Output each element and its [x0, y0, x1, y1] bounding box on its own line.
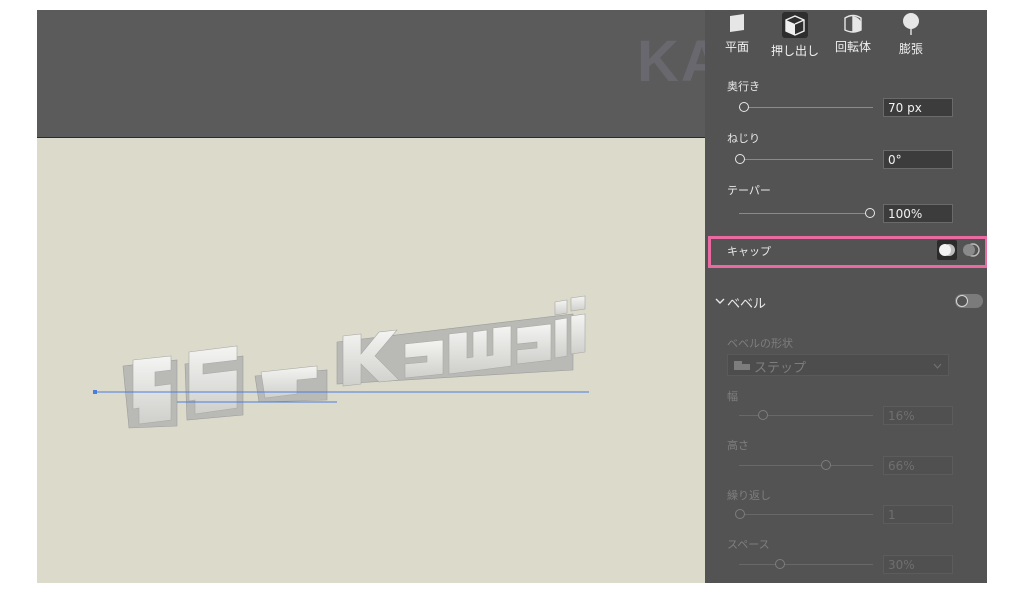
bevel-width-field[interactable]: 16% — [883, 406, 953, 425]
app-window: KAKETAS 平面 押し出し 回転体 — [37, 10, 987, 583]
bevel-space-track[interactable] — [739, 564, 873, 565]
twist-slider-handle[interactable] — [735, 154, 745, 164]
anchor-point[interactable] — [93, 390, 97, 394]
tab-extrude[interactable]: 押し出し — [767, 12, 823, 62]
bevel-repeat-track[interactable] — [739, 514, 873, 515]
depth-label: 奥行き — [727, 80, 760, 93]
depth-slider-handle[interactable] — [739, 102, 749, 112]
dropdown-chevron-icon — [933, 363, 942, 369]
bevel-section-title[interactable]: ベベル — [727, 293, 766, 312]
bevel-shape-value: ステップ — [754, 361, 807, 376]
bevel-space-label: スペース — [727, 538, 770, 551]
bevel-width-handle[interactable] — [758, 410, 768, 420]
bevel-repeat-handle[interactable] — [735, 509, 745, 519]
bevel-height-track[interactable] — [739, 465, 873, 466]
tab-inflate[interactable]: 膨張 — [883, 12, 939, 62]
bevel-toggle-knob — [956, 295, 968, 307]
depth-slider-track[interactable] — [739, 107, 873, 108]
pasteboard — [37, 10, 705, 137]
taper-field[interactable]: 100% — [883, 204, 953, 223]
plane-shape-icon — [730, 14, 744, 32]
revolve-icon — [844, 14, 862, 33]
bevel-height-handle[interactable] — [821, 460, 831, 470]
tab-revolve-label: 回転体 — [834, 40, 871, 54]
taper-slider-handle[interactable] — [865, 208, 875, 218]
extrude-cube-icon — [782, 12, 808, 38]
bevel-shape-dropdown[interactable]: ステップ — [727, 354, 949, 376]
tab-plane[interactable]: 平面 — [709, 12, 765, 62]
bevel-height-field[interactable]: 66% — [883, 456, 953, 475]
twist-field[interactable]: 0° — [883, 150, 953, 169]
tab-inflate-label: 膨張 — [898, 42, 923, 56]
bevel-height-label: 高さ — [727, 439, 749, 452]
tab-extrude-label: 押し出し — [770, 44, 819, 58]
tab-revolve[interactable]: 回転体 — [825, 12, 881, 62]
artboard[interactable] — [37, 138, 705, 583]
bevel-width-label: 幅 — [727, 390, 738, 403]
bevel-repeat-label: 繰り返し — [727, 489, 771, 502]
taper-slider-track[interactable] — [739, 213, 873, 214]
bevel-shape-label: ベベルの形状 — [727, 337, 793, 350]
twist-slider-track[interactable] — [739, 159, 873, 160]
depth-field[interactable]: 70 px — [883, 98, 953, 117]
cap-highlight-box — [708, 236, 987, 268]
taper-label: テーパー — [727, 184, 771, 197]
3d-properties-panel: 平面 押し出し 回転体 膨張 奥行き 70 px ねじり 0° テーパー 100… — [705, 10, 987, 583]
inflate-balloon-icon — [903, 13, 919, 35]
tab-plane-label: 平面 — [724, 40, 749, 54]
3d-artwork[interactable] — [37, 138, 705, 583]
bevel-toggle[interactable] — [955, 294, 983, 308]
bevel-space-field[interactable]: 30% — [883, 555, 953, 574]
step-shape-icon — [734, 361, 750, 370]
twist-label: ねじり — [727, 132, 760, 145]
chevron-down-icon[interactable] — [715, 297, 725, 305]
bevel-repeat-field[interactable]: 1 — [883, 505, 953, 524]
bevel-space-handle[interactable] — [775, 559, 785, 569]
